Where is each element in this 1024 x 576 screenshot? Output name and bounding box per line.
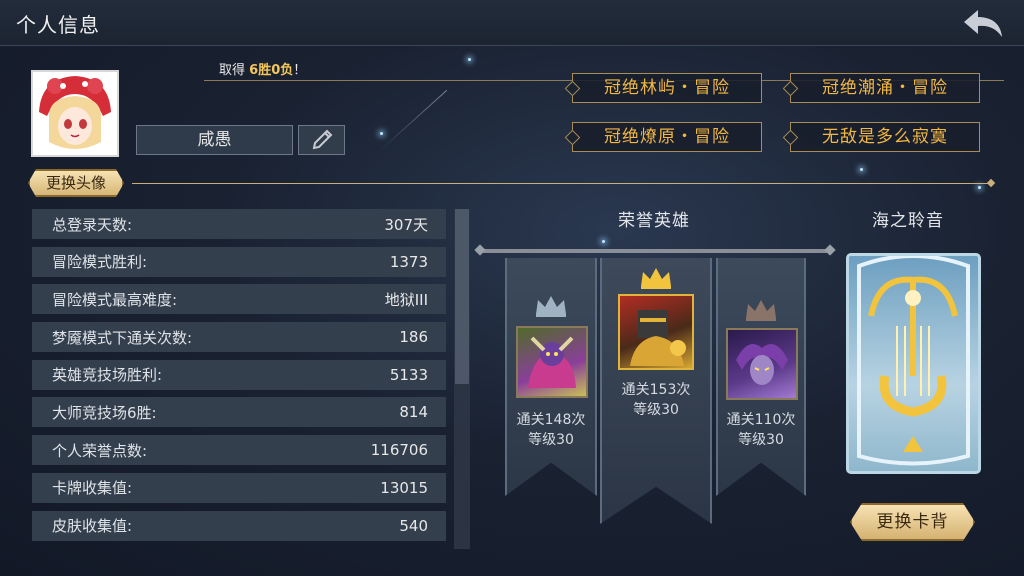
card-back-title: 海之聆音 <box>872 211 944 231</box>
star-decoration <box>602 240 605 243</box>
stat-label: 英雄竞技场胜利: <box>52 366 163 385</box>
record-suffix: ！ <box>293 63 307 78</box>
stat-row: 总登录天数: 307天 <box>32 209 446 239</box>
change-avatar-button[interactable]: 更换头像 <box>28 169 124 197</box>
hero-clears: 通关110次 <box>726 412 796 428</box>
back-arrow-icon <box>964 10 1002 37</box>
back-button[interactable] <box>960 6 1006 40</box>
hero-level: 等级30 <box>738 432 784 448</box>
stat-label: 梦魇模式下通关次数: <box>52 328 193 347</box>
stat-label: 大师竞技场6胜: <box>52 403 157 422</box>
stat-row: 大师竞技场6胜: 814 <box>32 397 446 428</box>
player-name: 咸愚 <box>136 125 293 155</box>
hero-portrait <box>618 294 694 370</box>
stat-value: 5133 <box>389 365 428 384</box>
stat-row: 英雄竞技场胜利: 5133 <box>32 359 446 390</box>
stat-value: 186 <box>399 328 428 347</box>
hero-banner[interactable]: 通关148次 等级30 <box>505 258 597 496</box>
stat-row: 冒险模式胜利: 1373 <box>32 246 446 277</box>
avatar-image <box>33 72 117 155</box>
stat-label: 冒险模式胜利: <box>52 253 148 272</box>
hero-level: 等级30 <box>633 402 679 418</box>
stat-value: 307天 <box>384 215 428 234</box>
stats-list: 总登录天数: 307天 冒险模式胜利: 1373 冒险模式最高难度: 地狱III 梦魇… <box>32 209 446 548</box>
avatar[interactable] <box>31 70 119 157</box>
stat-value: 1373 <box>389 252 428 271</box>
stat-label: 皮肤收集值: <box>52 517 133 535</box>
hero-banner[interactable]: 通关153次 等级30 <box>600 258 712 524</box>
hero-clears: 通关148次 <box>516 412 586 428</box>
silver-crown-icon <box>536 296 566 317</box>
top-bar: 个人信息 <box>0 0 1024 46</box>
hero-portrait <box>516 326 588 398</box>
star-decoration <box>978 186 981 189</box>
hero-level: 等级30 <box>528 432 574 448</box>
hero-portrait <box>726 328 798 400</box>
card-back-preview[interactable] <box>846 253 981 474</box>
star-decoration <box>380 132 383 135</box>
stat-value: 814 <box>399 403 428 422</box>
stat-row: 梦魇模式下通关次数: 186 <box>32 322 446 353</box>
title-tag[interactable]: 无敌是多么寂寞 <box>790 122 980 152</box>
lyre-icon <box>857 256 970 466</box>
hero-clears: 通关153次 <box>621 382 691 398</box>
stat-value: 540 <box>399 516 428 535</box>
page-title: 个人信息 <box>16 13 100 37</box>
stat-label: 卡牌收集值: <box>52 479 133 498</box>
section-divider <box>132 183 990 184</box>
record-prefix: 取得 <box>219 63 246 78</box>
bronze-crown-icon <box>746 300 776 321</box>
star-decoration <box>860 168 863 171</box>
hero-image <box>630 310 686 366</box>
title-tag[interactable]: 冠绝潮涌・冒险 <box>790 73 980 103</box>
heroes-section-title: 荣誉英雄 <box>618 211 690 231</box>
stats-scrollbar-thumb[interactable] <box>455 209 469 384</box>
stat-row: 个人荣誉点数: 116706 <box>32 435 446 466</box>
record-value: 6胜0负 <box>249 63 294 78</box>
stat-label: 冒险模式最高难度: <box>52 290 178 309</box>
stat-value: 116706 <box>370 441 428 460</box>
title-tag[interactable]: 冠绝林屿・冒险 <box>572 73 762 103</box>
hero-banner[interactable]: 通关110次 等级30 <box>716 258 806 496</box>
stat-row: 皮肤收集值: 540 <box>32 510 446 541</box>
change-card-back-button[interactable]: 更换卡背 <box>850 503 975 541</box>
record-text: 取得 6胜0负！ <box>219 59 306 78</box>
pencil-icon <box>312 129 333 150</box>
stat-row: 冒险模式最高难度: 地狱III <box>32 284 446 315</box>
gold-crown-icon <box>641 268 671 289</box>
stat-label: 个人荣誉点数: <box>52 441 148 460</box>
stat-row: 卡牌收集值: 13015 <box>32 472 446 503</box>
edit-name-button[interactable] <box>298 125 345 155</box>
stat-value: 13015 <box>380 478 428 497</box>
stat-value: 地狱III <box>384 290 428 309</box>
banner-rod <box>482 249 828 253</box>
title-tag[interactable]: 冠绝燎原・冒险 <box>572 122 762 152</box>
hero-image <box>736 344 788 385</box>
shooting-star <box>379 89 448 151</box>
hero-image <box>528 336 576 388</box>
stat-label: 总登录天数: <box>52 215 133 234</box>
